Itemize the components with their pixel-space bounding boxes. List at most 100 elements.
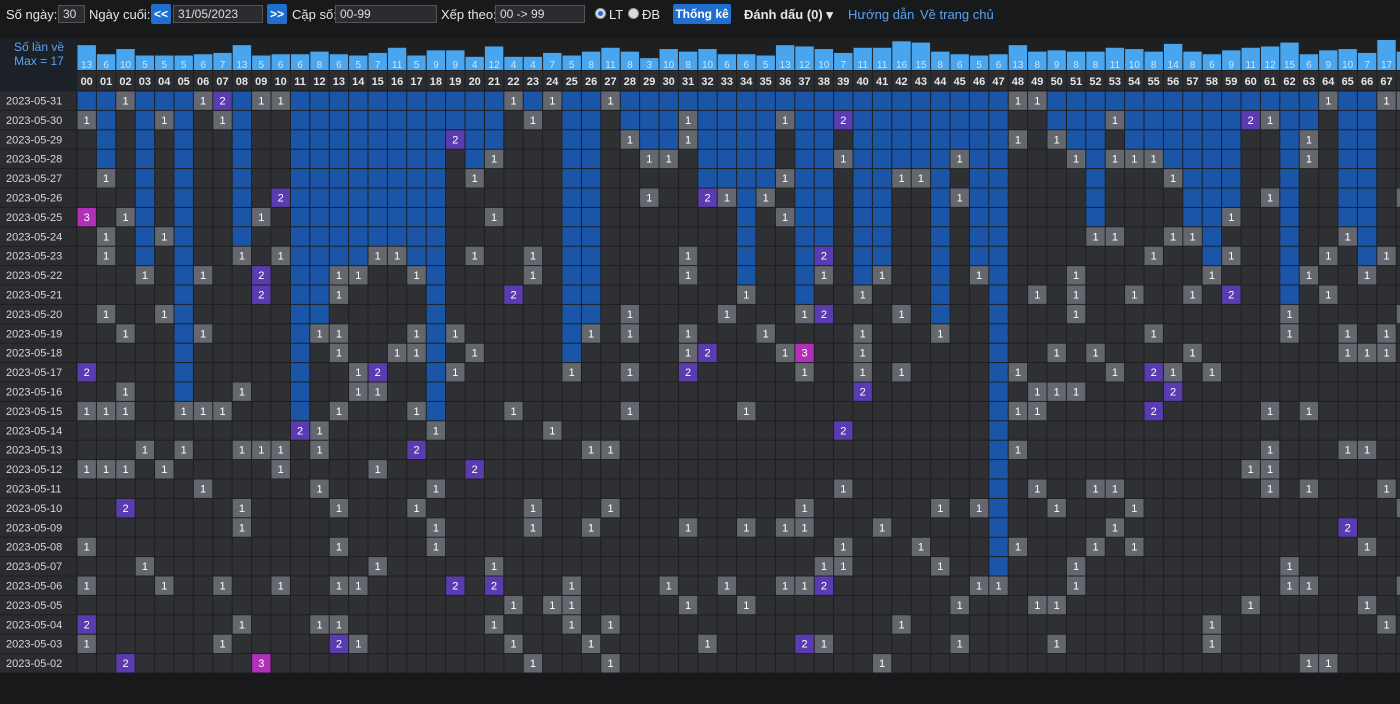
grid-cell[interactable] — [213, 149, 232, 169]
grid-cell[interactable] — [543, 207, 562, 227]
grid-cell[interactable] — [155, 498, 174, 518]
grid-cell[interactable] — [1028, 537, 1047, 557]
grid-cell[interactable] — [834, 246, 853, 266]
grid-cell[interactable] — [1125, 110, 1144, 130]
grid-cell[interactable] — [543, 537, 562, 557]
grid-cell[interactable] — [193, 285, 213, 304]
grid-cell[interactable] — [1183, 537, 1202, 557]
grid-cell[interactable] — [853, 421, 872, 440]
grid-cell[interactable] — [446, 440, 465, 460]
grid-cell[interactable] — [1357, 498, 1377, 518]
grid-cell[interactable] — [1144, 130, 1163, 149]
grid-cell[interactable] — [1066, 207, 1086, 227]
grid-cell[interactable] — [387, 518, 407, 537]
grid-cell[interactable] — [1241, 149, 1260, 169]
grid-cell[interactable] — [1241, 324, 1260, 343]
grid-cell[interactable] — [213, 615, 232, 634]
grid-cell[interactable] — [989, 149, 1008, 169]
grid-cell[interactable] — [135, 130, 155, 149]
grid-cell[interactable] — [1338, 266, 1357, 285]
grid-cell[interactable] — [1319, 266, 1338, 285]
grid-cell[interactable] — [931, 654, 950, 673]
grid-cell[interactable] — [1338, 169, 1357, 188]
grid-cell[interactable] — [96, 634, 116, 654]
grid-cell[interactable] — [989, 440, 1008, 460]
grid-cell[interactable] — [1144, 421, 1163, 440]
grid-cell[interactable] — [911, 246, 931, 266]
grid-cell[interactable] — [814, 382, 834, 401]
grid-cell[interactable] — [1028, 304, 1047, 324]
grid-cell[interactable] — [426, 460, 446, 479]
grid-cell[interactable] — [349, 421, 368, 440]
grid-cell[interactable] — [329, 149, 349, 169]
grid-cell[interactable] — [368, 110, 387, 130]
grid-cell[interactable] — [387, 498, 407, 518]
grid-cell[interactable] — [1105, 169, 1125, 188]
grid-cell[interactable] — [543, 576, 562, 595]
grid-cell[interactable] — [349, 498, 368, 518]
grid-cell[interactable] — [698, 498, 717, 518]
grid-cell[interactable] — [1202, 343, 1222, 363]
grid-cell[interactable] — [1319, 227, 1338, 246]
grid-cell[interactable] — [290, 615, 310, 634]
grid-cell[interactable] — [931, 595, 950, 615]
grid-cell[interactable] — [1086, 440, 1105, 460]
grid-cell[interactable] — [523, 149, 543, 169]
grid-cell[interactable] — [814, 537, 834, 557]
grid-cell[interactable] — [193, 246, 213, 266]
grid-cell[interactable] — [969, 363, 989, 382]
grid-cell[interactable] — [504, 246, 523, 266]
grid-cell[interactable] — [581, 382, 601, 401]
grid-cell[interactable] — [446, 401, 465, 421]
grid-cell[interactable] — [1183, 498, 1202, 518]
column-number[interactable]: 61 — [1264, 76, 1276, 88]
grid-cell[interactable] — [969, 130, 989, 149]
grid-cell[interactable] — [581, 285, 601, 304]
grid-cell[interactable] — [756, 634, 775, 654]
grid-cell[interactable] — [1125, 615, 1144, 634]
grid-cell[interactable] — [581, 110, 601, 130]
grid-cell[interactable] — [911, 654, 931, 673]
grid-cell[interactable] — [892, 518, 911, 537]
grid-cell[interactable] — [193, 207, 213, 227]
grid-cell[interactable] — [1280, 227, 1299, 246]
grid-cell[interactable] — [1047, 188, 1066, 207]
grid-cell[interactable] — [96, 363, 116, 382]
grid-cell[interactable] — [1202, 557, 1222, 576]
grid-cell[interactable] — [620, 227, 640, 246]
grid-cell[interactable] — [931, 382, 950, 401]
grid-cell[interactable] — [1260, 130, 1280, 149]
grid-cell[interactable] — [717, 169, 737, 188]
grid-cell[interactable] — [1008, 343, 1028, 363]
grid-cell[interactable] — [271, 130, 290, 149]
grid-cell[interactable] — [950, 110, 969, 130]
grid-cell[interactable] — [174, 149, 193, 169]
grid-cell[interactable] — [717, 460, 737, 479]
grid-cell[interactable] — [562, 557, 581, 576]
grid-cell[interactable] — [1222, 595, 1241, 615]
grid-cell[interactable] — [1319, 460, 1338, 479]
column-number[interactable]: 22 — [507, 76, 519, 88]
grid-cell[interactable] — [1280, 634, 1299, 654]
grid-cell[interactable] — [310, 595, 329, 615]
grid-cell[interactable] — [931, 227, 950, 246]
grid-cell[interactable] — [484, 479, 504, 498]
grid-cell[interactable] — [601, 479, 620, 498]
grid-cell[interactable] — [484, 324, 504, 343]
grid-cell[interactable] — [1008, 576, 1028, 595]
grid-cell[interactable] — [678, 440, 698, 460]
grid-cell[interactable] — [426, 343, 446, 363]
grid-cell[interactable] — [504, 110, 523, 130]
grid-cell[interactable] — [1183, 595, 1202, 615]
grid-cell[interactable] — [387, 595, 407, 615]
column-number[interactable]: 49 — [1031, 76, 1043, 88]
grid-cell[interactable] — [1222, 421, 1241, 440]
grid-cell[interactable] — [1260, 285, 1280, 304]
grid-cell[interactable] — [77, 130, 96, 149]
grid-cell[interactable] — [155, 401, 174, 421]
grid-cell[interactable] — [931, 537, 950, 557]
grid-cell[interactable] — [620, 343, 640, 363]
grid-cell[interactable] — [1028, 654, 1047, 673]
grid-cell[interactable] — [465, 634, 484, 654]
grid-cell[interactable] — [620, 207, 640, 227]
